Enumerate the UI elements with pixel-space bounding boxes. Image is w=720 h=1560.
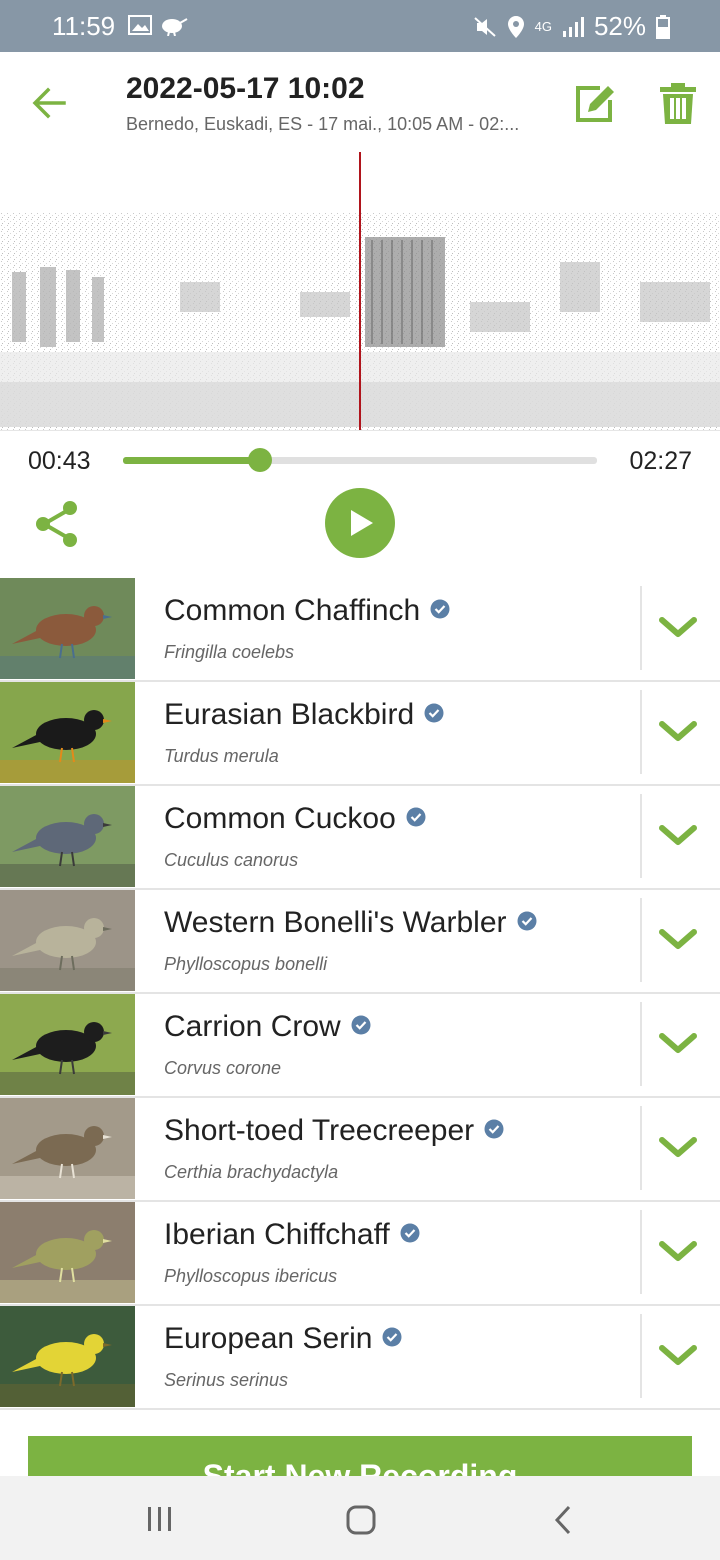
species-photo bbox=[0, 786, 135, 887]
species-scientific-name: Fringilla coelebs bbox=[164, 642, 295, 662]
play-icon bbox=[351, 510, 373, 536]
verified-check-icon bbox=[382, 1327, 402, 1347]
species-common-name: European Serin bbox=[164, 1322, 402, 1356]
species-name-text: Eurasian Blackbird bbox=[164, 698, 415, 731]
verified-check-icon bbox=[484, 1119, 504, 1139]
verified-check-icon bbox=[517, 911, 537, 931]
chevron-down-icon[interactable] bbox=[656, 922, 700, 958]
gallery-icon bbox=[128, 15, 152, 35]
species-photo bbox=[0, 890, 135, 991]
recording-subtitle: Bernedo, Euskadi, ES - 17 mai., 10:05 AM… bbox=[126, 114, 520, 134]
species-scientific-name: Phylloscopus ibericus bbox=[164, 1266, 338, 1286]
species-scientific-name: Turdus merula bbox=[164, 746, 279, 766]
chevron-down-icon[interactable] bbox=[656, 1234, 700, 1270]
species-scientific-name: Corvus corone bbox=[164, 1058, 282, 1078]
battery-percent: 52% bbox=[593, 11, 646, 41]
audio-player: 00:43 02:27 bbox=[0, 430, 720, 578]
species-common-name: Common Cuckoo bbox=[164, 802, 426, 836]
battery-icon bbox=[656, 14, 670, 39]
species-name-text: Carrion Crow bbox=[164, 1010, 341, 1043]
species-row[interactable]: Common Cuckoo Cuculus canorus bbox=[0, 786, 720, 890]
row-divider bbox=[640, 794, 642, 878]
species-row[interactable]: Eurasian Blackbird Turdus merula bbox=[0, 682, 720, 786]
verified-check-icon bbox=[400, 1223, 420, 1243]
progress-slider[interactable] bbox=[123, 448, 597, 472]
species-photo bbox=[0, 994, 135, 1095]
species-photo bbox=[0, 578, 135, 679]
species-photo bbox=[0, 1202, 135, 1303]
recording-header: 2022-05-17 10:02 Bernedo, Euskadi, ES - … bbox=[0, 52, 720, 152]
location-icon bbox=[507, 15, 524, 38]
play-button[interactable] bbox=[325, 488, 395, 558]
kiwi-icon bbox=[162, 18, 188, 36]
row-divider bbox=[640, 586, 642, 670]
species-row[interactable]: Western Bonelli's Warbler Phylloscopus b… bbox=[0, 890, 720, 994]
species-list: Common Chaffinch Fringilla coelebs Euras… bbox=[0, 578, 720, 1410]
row-divider bbox=[640, 1106, 642, 1190]
species-scientific-name: Phylloscopus bonelli bbox=[164, 954, 328, 974]
species-row[interactable]: Carrion Crow Corvus corone bbox=[0, 994, 720, 1098]
verified-check-icon bbox=[351, 1015, 371, 1035]
species-row[interactable]: Common Chaffinch Fringilla coelebs bbox=[0, 578, 720, 682]
species-name-text: Iberian Chiffchaff bbox=[164, 1218, 390, 1251]
species-row[interactable]: European Serin Serinus serinus bbox=[0, 1306, 720, 1410]
mute-icon bbox=[473, 16, 496, 37]
row-divider bbox=[640, 690, 642, 774]
species-name-text: Common Chaffinch bbox=[164, 594, 421, 627]
back-arrow-icon[interactable] bbox=[30, 84, 68, 122]
species-common-name: Carrion Crow bbox=[164, 1010, 371, 1044]
species-scientific-name: Cuculus canorus bbox=[164, 850, 299, 870]
species-common-name: Western Bonelli's Warbler bbox=[164, 906, 537, 940]
progress-thumb[interactable] bbox=[248, 448, 273, 472]
species-name-text: Short-toed Treecreeper bbox=[164, 1114, 475, 1147]
recent-apps-icon[interactable] bbox=[146, 1506, 174, 1532]
recording-title: 2022-05-17 10:02 bbox=[126, 72, 365, 105]
row-divider bbox=[640, 1314, 642, 1398]
status-time: 11:59 bbox=[52, 11, 116, 41]
verified-check-icon bbox=[424, 703, 444, 723]
nav-back-icon[interactable] bbox=[552, 1504, 574, 1536]
species-name-text: Western Bonelli's Warbler bbox=[164, 906, 507, 939]
signal-icon bbox=[562, 16, 584, 37]
chevron-down-icon[interactable] bbox=[656, 714, 700, 750]
edit-icon[interactable] bbox=[574, 82, 616, 124]
species-name-text: Common Cuckoo bbox=[164, 802, 396, 835]
species-common-name: Iberian Chiffchaff bbox=[164, 1218, 420, 1252]
chevron-down-icon[interactable] bbox=[656, 1026, 700, 1062]
species-name-text: European Serin bbox=[164, 1322, 373, 1355]
verified-check-icon bbox=[430, 599, 450, 619]
verified-check-icon bbox=[406, 807, 426, 827]
playhead-marker[interactable] bbox=[359, 152, 361, 430]
species-row[interactable]: Short-toed Treecreeper Certhia brachydac… bbox=[0, 1098, 720, 1202]
network-type: 4G bbox=[534, 19, 552, 34]
species-scientific-name: Certhia brachydactyla bbox=[164, 1162, 339, 1182]
row-divider bbox=[640, 1002, 642, 1086]
species-row[interactable]: Iberian Chiffchaff Phylloscopus ibericus bbox=[0, 1202, 720, 1306]
progress-fill bbox=[123, 457, 261, 464]
species-photo bbox=[0, 682, 135, 783]
chevron-down-icon[interactable] bbox=[656, 1338, 700, 1374]
system-nav-bar bbox=[0, 1476, 720, 1560]
species-common-name: Common Chaffinch bbox=[164, 594, 450, 628]
species-common-name: Eurasian Blackbird bbox=[164, 698, 444, 732]
total-time: 02:27 bbox=[629, 447, 692, 475]
species-scientific-name: Serinus serinus bbox=[164, 1370, 289, 1390]
status-bar: 11:59 4G 52% bbox=[0, 0, 720, 52]
share-icon[interactable] bbox=[34, 499, 80, 549]
species-photo bbox=[0, 1098, 135, 1199]
chevron-down-icon[interactable] bbox=[656, 1130, 700, 1166]
current-time: 00:43 bbox=[28, 447, 91, 475]
home-icon[interactable] bbox=[345, 1504, 377, 1536]
chevron-down-icon[interactable] bbox=[656, 610, 700, 646]
row-divider bbox=[640, 1210, 642, 1294]
trash-icon[interactable] bbox=[658, 82, 698, 126]
row-divider bbox=[640, 898, 642, 982]
species-photo bbox=[0, 1306, 135, 1407]
chevron-down-icon[interactable] bbox=[656, 818, 700, 854]
species-common-name: Short-toed Treecreeper bbox=[164, 1114, 504, 1148]
